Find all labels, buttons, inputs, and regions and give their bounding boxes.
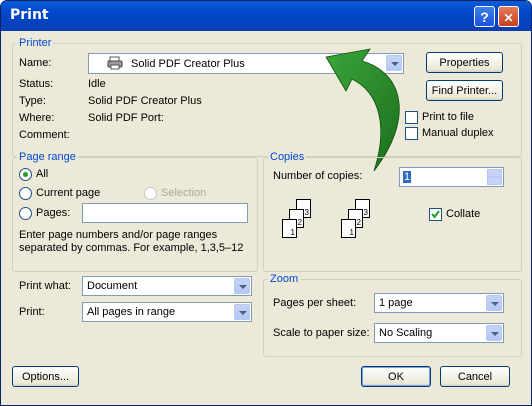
options-button[interactable]: Options... bbox=[12, 366, 79, 387]
collate-illustration: 3 2 1 3 2 1 bbox=[276, 195, 396, 255]
where-value: Solid PDF Port: bbox=[88, 112, 164, 124]
copies-value: 1 bbox=[403, 171, 412, 183]
sheet-icon: 1 bbox=[341, 219, 356, 238]
printer-name-label: Name: bbox=[19, 57, 52, 69]
where-label: Where: bbox=[19, 112, 55, 124]
copies-spinner[interactable]: 1 bbox=[399, 167, 504, 187]
print-what-value: Document bbox=[87, 280, 138, 292]
page-range-legend: Page range bbox=[17, 151, 78, 163]
manual-duplex-label[interactable]: Manual duplex bbox=[422, 127, 494, 139]
type-label: Type: bbox=[19, 95, 46, 107]
all-radio[interactable] bbox=[19, 168, 32, 181]
zoom-group bbox=[263, 279, 522, 357]
comment-label: Comment: bbox=[19, 129, 70, 141]
close-button[interactable]: ✕ bbox=[498, 6, 519, 27]
spinner-down-icon[interactable] bbox=[487, 177, 502, 185]
printer-name-value: Solid PDF Creator Plus bbox=[131, 58, 245, 70]
selection-radio[interactable] bbox=[144, 187, 157, 200]
chevron-down-icon[interactable] bbox=[486, 325, 502, 341]
scale-to-paper-select[interactable]: No Scaling bbox=[374, 323, 504, 343]
page-range-hint: Enter page numbers and/or page ranges se… bbox=[19, 229, 244, 254]
collate-checkbox[interactable] bbox=[429, 208, 442, 221]
pages-input[interactable] bbox=[82, 203, 248, 223]
scale-to-paper-value: No Scaling bbox=[379, 327, 433, 339]
ok-button[interactable]: OK bbox=[361, 366, 431, 387]
copies-legend: Copies bbox=[268, 151, 307, 163]
all-label[interactable]: All bbox=[36, 168, 48, 180]
printer-legend: Printer bbox=[17, 37, 54, 49]
selection-label[interactable]: Selection bbox=[161, 187, 206, 199]
status-value: Idle bbox=[88, 78, 106, 90]
printer-icon bbox=[107, 56, 123, 70]
zoom-legend: Zoom bbox=[268, 273, 301, 285]
current-page-radio[interactable] bbox=[19, 187, 32, 200]
type-value: Solid PDF Creator Plus bbox=[88, 95, 202, 107]
chevron-down-icon[interactable] bbox=[486, 295, 502, 311]
spinner-up-icon[interactable] bbox=[487, 169, 502, 177]
help-icon: ? bbox=[480, 9, 489, 25]
window-title: Print bbox=[10, 7, 49, 23]
find-printer-button[interactable]: Find Printer... bbox=[426, 80, 503, 101]
print-what-select[interactable]: Document bbox=[82, 276, 252, 296]
print-value: All pages in range bbox=[87, 306, 176, 318]
print-dialog: Print ? ✕ Printer Name: Solid PDF Creato… bbox=[0, 0, 532, 406]
cancel-button[interactable]: Cancel bbox=[440, 366, 510, 387]
properties-button[interactable]: Properties bbox=[426, 52, 503, 73]
print-select[interactable]: All pages in range bbox=[82, 302, 252, 322]
pages-per-sheet-label: Pages per sheet: bbox=[273, 297, 357, 309]
help-button[interactable]: ? bbox=[474, 6, 495, 27]
pages-radio[interactable] bbox=[19, 207, 32, 220]
pages-label[interactable]: Pages: bbox=[36, 207, 70, 219]
current-page-label[interactable]: Current page bbox=[36, 187, 100, 199]
pages-per-sheet-value: 1 page bbox=[379, 297, 413, 309]
print-what-label: Print what: bbox=[19, 280, 71, 292]
collate-label[interactable]: Collate bbox=[446, 208, 480, 220]
print-label: Print: bbox=[19, 306, 45, 318]
status-label: Status: bbox=[19, 78, 54, 90]
scale-to-paper-label: Scale to paper size: bbox=[273, 327, 370, 339]
number-of-copies-label: Number of copies: bbox=[273, 170, 363, 182]
close-icon: ✕ bbox=[503, 11, 514, 25]
pages-per-sheet-select[interactable]: 1 page bbox=[374, 293, 504, 313]
title-bar[interactable]: Print ? ✕ bbox=[1, 1, 531, 31]
sheet-icon: 1 bbox=[282, 219, 297, 238]
dialog-body: Printer Name: Solid PDF Creator Plus Sta… bbox=[4, 31, 528, 402]
chevron-down-icon[interactable] bbox=[234, 278, 250, 294]
chevron-down-icon[interactable] bbox=[234, 304, 250, 320]
